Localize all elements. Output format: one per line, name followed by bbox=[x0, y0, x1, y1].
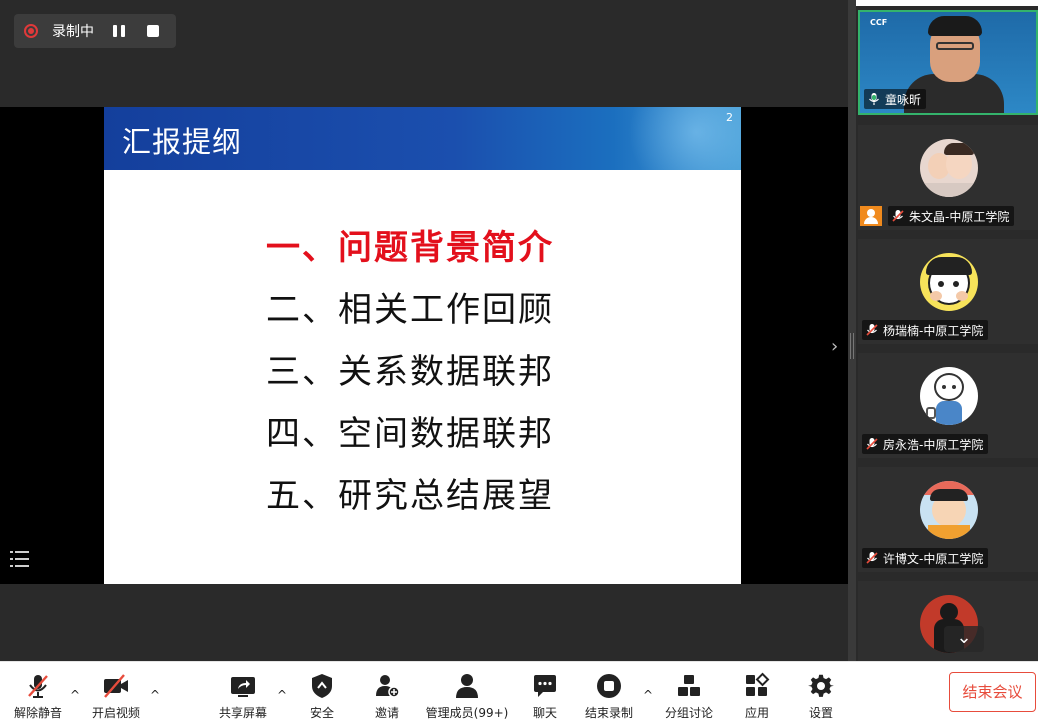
outline-item: 三、关系数据联邦 bbox=[266, 352, 554, 392]
participant-tile[interactable]: 杨瑞楠-中原工学院 bbox=[858, 239, 1038, 344]
settings-button[interactable]: 设置 bbox=[781, 672, 861, 721]
gallery-divider[interactable] bbox=[848, 0, 856, 661]
video-options-chevron-up-icon[interactable]: ^ bbox=[150, 688, 160, 702]
microphone-muted-icon bbox=[892, 210, 904, 222]
chat-icon bbox=[534, 675, 556, 697]
unmute-label: 解除静音 bbox=[13, 706, 62, 720]
avatar bbox=[920, 367, 978, 425]
participant-gallery: CCF 童咏昕 朱文晶-中原工学院 杨瑞楠-中原工学院 房永浩-中原工学院 许博… bbox=[856, 6, 1038, 661]
stop-icon bbox=[147, 25, 159, 37]
participant-name: 童咏昕 bbox=[885, 92, 922, 107]
participant-name: 许博文-中原工学院 bbox=[883, 551, 984, 566]
security-label: 安全 bbox=[309, 706, 334, 720]
start-video-button[interactable]: 开启视频 bbox=[76, 672, 156, 721]
members-icon bbox=[456, 674, 478, 698]
manage-members-label: 管理成员(99+) bbox=[425, 706, 509, 720]
share-screen-icon bbox=[231, 677, 255, 697]
participant-tile[interactable]: 房永浩-中原工学院 bbox=[858, 353, 1038, 458]
list-icon[interactable] bbox=[10, 550, 30, 568]
participant-name: 杨瑞楠-中原工学院 bbox=[883, 323, 984, 338]
participant-name-tag: 朱文晶-中原工学院 bbox=[888, 206, 1015, 226]
microphone-muted-icon bbox=[866, 324, 878, 336]
shield-icon bbox=[312, 674, 332, 698]
settings-label: 设置 bbox=[808, 706, 833, 720]
avatar bbox=[920, 139, 978, 197]
scroll-down-chevron-icon[interactable]: ⌄ bbox=[944, 626, 984, 652]
end-meeting-button[interactable]: 结束会议 bbox=[949, 672, 1036, 712]
end-recording-label: 结束录制 bbox=[584, 706, 633, 720]
speaker-hair bbox=[928, 16, 982, 36]
stop-recording-button[interactable] bbox=[142, 20, 164, 42]
outline-item: 一、问题背景简介 bbox=[266, 228, 554, 268]
avatar bbox=[920, 253, 978, 311]
main-video-area: 录制中 汇报提纲 2 一、问题背景简介 二、相关工作回顾 三、关系数据联邦 四、… bbox=[0, 0, 848, 661]
outline-item: 四、空间数据联邦 bbox=[266, 414, 554, 454]
breakout-rooms-icon bbox=[678, 675, 700, 696]
invite-label: 邀请 bbox=[374, 706, 399, 720]
breakout-label: 分组讨论 bbox=[664, 706, 713, 720]
add-user-icon bbox=[376, 675, 400, 698]
slide-header: 汇报提纲 2 bbox=[104, 107, 741, 170]
end-recording-button[interactable]: 结束录制 bbox=[569, 672, 649, 721]
microphone-muted-icon bbox=[866, 438, 878, 450]
share-screen-label: 共享屏幕 bbox=[218, 706, 267, 720]
participant-name: 朱文晶-中原工学院 bbox=[909, 209, 1010, 224]
video-off-icon bbox=[104, 674, 128, 698]
participant-name-tag: 许博文-中原工学院 bbox=[862, 548, 989, 568]
slide-outline: 一、问题背景简介 二、相关工作回顾 三、关系数据联邦 四、空间数据联邦 五、研究… bbox=[266, 217, 554, 527]
participant-name-tag: 房永浩-中原工学院 bbox=[862, 434, 989, 454]
participant-tile[interactable]: 朱文晶-中原工学院 bbox=[858, 125, 1038, 230]
pause-icon bbox=[113, 25, 125, 37]
microphone-muted-icon bbox=[866, 552, 878, 564]
participant-tile[interactable]: CCF 童咏昕 bbox=[858, 10, 1038, 115]
recording-bar: 录制中 bbox=[14, 14, 176, 48]
participant-name: 房永浩-中原工学院 bbox=[883, 437, 984, 452]
recording-indicator-icon bbox=[24, 24, 38, 38]
slide-page-number: 2 bbox=[726, 111, 733, 124]
shared-screen: 汇报提纲 2 一、问题背景简介 二、相关工作回顾 三、关系数据联邦 四、空间数据… bbox=[0, 107, 848, 584]
manage-members-button[interactable]: 管理成员(99+) bbox=[415, 672, 519, 721]
participant-name-tag: 童咏昕 bbox=[864, 89, 927, 109]
share-screen-button[interactable]: 共享屏幕 bbox=[203, 672, 283, 721]
chat-label: 聊天 bbox=[532, 706, 557, 720]
recording-status-label: 录制中 bbox=[52, 24, 94, 40]
gear-icon bbox=[808, 674, 834, 697]
presentation-slide: 汇报提纲 2 一、问题背景简介 二、相关工作回顾 三、关系数据联邦 四、空间数据… bbox=[104, 107, 741, 584]
unmute-button[interactable]: 解除静音 bbox=[0, 672, 78, 721]
ccf-logo: CCF bbox=[870, 18, 888, 27]
stop-record-icon bbox=[597, 674, 621, 698]
resize-grip-icon[interactable] bbox=[850, 333, 854, 359]
collapse-gallery-chevron-icon[interactable]: › bbox=[831, 336, 838, 357]
host-icon bbox=[860, 206, 882, 226]
avatar bbox=[920, 481, 978, 539]
speaker-glasses bbox=[936, 42, 974, 50]
outline-item: 二、相关工作回顾 bbox=[266, 290, 554, 330]
apps-icon bbox=[746, 672, 770, 696]
outline-item: 五、研究总结展望 bbox=[266, 476, 554, 516]
meeting-toolbar: 解除静音 ^ 开启视频 ^ 共享屏幕 ^ 安全 邀请 管理成员(99+) 聊天 … bbox=[0, 661, 1038, 725]
slide-title: 汇报提纲 bbox=[122, 125, 243, 159]
start-video-label: 开启视频 bbox=[91, 706, 140, 720]
participant-tile[interactable]: 许博文-中原工学院 bbox=[858, 467, 1038, 572]
microphone-icon bbox=[869, 93, 879, 105]
apps-label: 应用 bbox=[744, 706, 769, 720]
participant-name-tag: 杨瑞楠-中原工学院 bbox=[862, 320, 989, 340]
microphone-muted-icon bbox=[28, 675, 48, 698]
pause-recording-button[interactable] bbox=[108, 20, 130, 42]
